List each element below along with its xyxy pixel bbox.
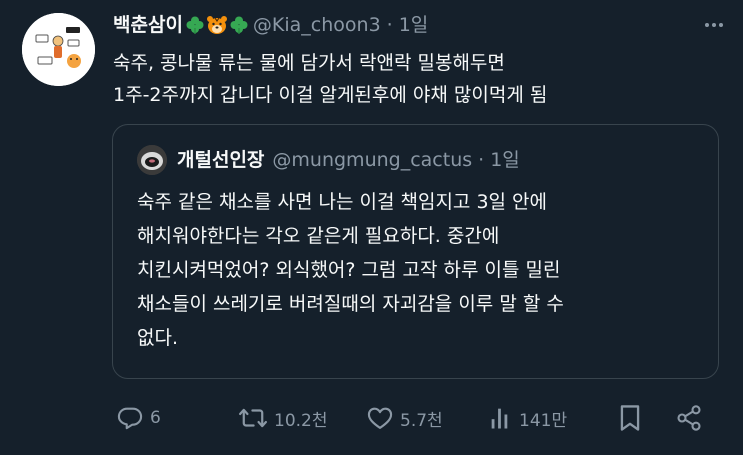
author-avatar[interactable] <box>22 13 95 86</box>
retweet-icon <box>238 408 268 428</box>
views-icon <box>491 408 508 429</box>
more-options-button[interactable] <box>703 14 725 36</box>
like-count: 5.7천 <box>400 410 443 431</box>
retweet-count: 10.2천 <box>274 410 328 431</box>
quoted-text-line: 치킨시켜먹었어? 외식했어? 그럼 고작 하루 이틀 밀린 <box>137 259 561 281</box>
quoted-text-line: 채소들이 쓰레기로 버려질때의 자괴감을 이루 말 할 수 <box>137 293 564 315</box>
quoted-author-handle[interactable]: @mungmung_cactus <box>272 147 472 173</box>
quoted-text-line: 없다. <box>137 327 178 349</box>
views-button[interactable]: 141만 <box>489 398 567 438</box>
author-display-name[interactable]: 백춘삼이 <box>113 12 183 38</box>
quoted-text-line: 해치워야한다는 각오 같은게 필요하다. 중간에 <box>137 225 500 247</box>
quoted-tweet-text: 숙주 같은 채소를 사면 나는 이걸 책임지고 3일 안에 해치워야한다는 각오… <box>137 185 707 355</box>
quoted-tweet-timestamp[interactable]: 1일 <box>490 147 520 173</box>
quoted-tweet[interactable]: 개털선인장 @mungmung_cactus · 1일 숙주 같은 채소를 사면… <box>112 124 719 379</box>
share-icon <box>677 405 701 431</box>
share-button[interactable] <box>675 398 703 438</box>
tweet-header: 백춘삼이 @Kia_choon3 · 1일 <box>113 12 428 38</box>
bookmark-button[interactable] <box>618 398 642 438</box>
separator-dot: · <box>478 149 485 171</box>
bookmark-icon <box>620 405 640 431</box>
separator-dot: · <box>386 14 393 36</box>
quoted-author-display-name[interactable]: 개털선인장 <box>177 147 264 173</box>
author-handle[interactable]: @Kia_choon3 <box>253 12 381 38</box>
tweet-actions: 6 10.2천 5.7천 141만 <box>113 398 713 438</box>
like-button[interactable]: 5.7천 <box>366 398 443 438</box>
name-emojis <box>185 15 249 35</box>
tweet-text: 숙주, 콩나물 류는 물에 담가서 락앤락 밀봉해두면 1주-2주까지 갑니다 … <box>113 47 723 111</box>
tweet-text-line: 숙주, 콩나물 류는 물에 담가서 락앤락 밀봉해두면 <box>113 52 505 74</box>
retweet-button[interactable]: 10.2천 <box>238 398 328 438</box>
quoted-author-avatar[interactable] <box>137 145 167 175</box>
like-icon <box>367 407 393 429</box>
quoted-text-line: 숙주 같은 채소를 사면 나는 이걸 책임지고 3일 안에 <box>137 191 548 213</box>
clover-emoji <box>186 16 204 34</box>
tiger-emoji <box>206 16 227 34</box>
reply-count: 6 <box>150 408 161 428</box>
more-icon <box>705 23 723 27</box>
reply-icon <box>117 407 143 430</box>
quoted-tweet-header: 개털선인장 @mungmung_cactus · 1일 <box>177 147 520 173</box>
clover-emoji <box>230 16 248 34</box>
views-count: 141만 <box>519 410 568 431</box>
tweet-timestamp[interactable]: 1일 <box>399 12 429 38</box>
tweet-text-line: 1주-2주까지 갑니다 이걸 알게된후에 야채 많이먹게 됨 <box>113 84 548 106</box>
tweet[interactable]: 백춘삼이 @Kia_choon3 · 1일 숙주, 콩나물 류는 물에 담가서 … <box>0 0 743 455</box>
reply-button[interactable]: 6 <box>116 398 161 438</box>
